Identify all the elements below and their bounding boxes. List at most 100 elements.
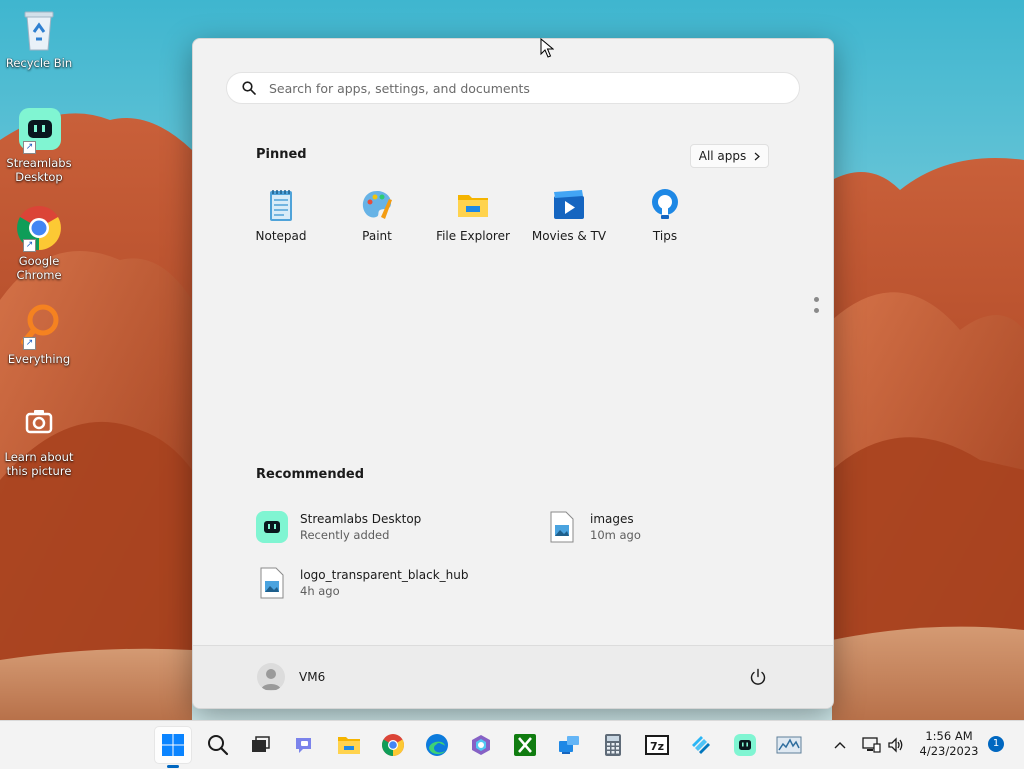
- desktop-icon-everything[interactable]: ↗ Everything: [4, 302, 74, 366]
- resource-monitor-icon: [776, 736, 802, 754]
- notepad-icon: [263, 187, 299, 223]
- start-search-box[interactable]: [226, 72, 800, 104]
- search-icon: [208, 735, 229, 756]
- power-button[interactable]: [749, 668, 767, 689]
- avatar: [257, 663, 285, 691]
- user-account-button[interactable]: VM6: [257, 663, 325, 691]
- pinned-app-movies-tv[interactable]: Movies & TV: [521, 187, 617, 243]
- teams-chat-icon: [296, 738, 311, 753]
- calculator-icon: [605, 734, 621, 756]
- taskbar-app-copilot[interactable]: [463, 727, 499, 763]
- desktop-icon-streamlabs[interactable]: ↗ Streamlabs Desktop: [4, 106, 74, 184]
- pinned-app-tips[interactable]: Tips: [617, 187, 713, 243]
- desktop-icon-recycle-bin[interactable]: Recycle Bin: [4, 6, 74, 70]
- streamlabs-icon: [734, 734, 756, 756]
- recommended-item-images[interactable]: images 10m ago: [546, 511, 641, 543]
- edge-icon: [426, 734, 448, 756]
- xbox-icon: [514, 734, 536, 756]
- notification-badge[interactable]: 1: [988, 736, 1004, 752]
- pinned-apps-grid: Notepad Paint File Explorer Movies & TV …: [233, 187, 713, 243]
- taskbar-app-remote-desktop[interactable]: [551, 727, 587, 763]
- recommended-section-title: Recommended: [256, 467, 365, 482]
- file-explorer-icon: [455, 187, 491, 223]
- recommended-item-name: images: [590, 512, 634, 526]
- start-menu-footer: VM6: [193, 645, 833, 708]
- page-dot: [814, 308, 819, 313]
- tips-icon: [647, 187, 683, 223]
- taskbar-app-tiles[interactable]: [683, 727, 719, 763]
- all-apps-button[interactable]: All apps: [690, 144, 769, 168]
- desktop-icon-label: Everything: [7, 352, 71, 366]
- shortcut-arrow-icon: ↗: [23, 141, 36, 154]
- desktop-icon-learn-about-picture[interactable]: Learn about this picture: [4, 400, 74, 478]
- image-file-icon: [546, 511, 578, 543]
- taskbar-app-xbox[interactable]: [507, 727, 543, 763]
- movies-tv-icon: [551, 187, 587, 223]
- copilot-icon: [472, 735, 490, 755]
- recommended-item-logo-file[interactable]: logo_transparent_black_hub 4h ago: [256, 567, 469, 599]
- show-hidden-icons-button[interactable]: [823, 727, 857, 763]
- quick-settings-button[interactable]: [858, 727, 908, 763]
- taskbar-search-button[interactable]: [200, 727, 236, 763]
- recommended-item-name: logo_transparent_black_hub: [300, 568, 469, 582]
- pinned-section-title: Pinned: [256, 147, 307, 162]
- 7zip-icon: 7z: [645, 735, 669, 755]
- svg-text:7z: 7z: [650, 740, 664, 753]
- streamlabs-icon: [256, 511, 288, 543]
- pinned-page-indicator[interactable]: [814, 297, 820, 319]
- search-input[interactable]: [267, 79, 771, 97]
- desktop-icon-label: Google Chrome: [16, 254, 62, 282]
- chrome-icon: ↗: [15, 204, 63, 252]
- desktop-icon-label: Recycle Bin: [5, 56, 73, 70]
- tiles-app-icon: [692, 736, 710, 754]
- taskbar-app-file-explorer[interactable]: [331, 727, 367, 763]
- shortcut-arrow-icon: ↗: [23, 337, 36, 350]
- clock-button[interactable]: 1:56 AM 4/23/2023: [912, 729, 986, 759]
- taskbar-app-resource-monitor[interactable]: [771, 727, 807, 763]
- desktop-icon-label: Streamlabs Desktop: [6, 156, 72, 184]
- taskbar-app-streamlabs[interactable]: [727, 727, 763, 763]
- chrome-icon: [382, 734, 404, 756]
- pinned-app-notepad[interactable]: Notepad: [233, 187, 329, 243]
- chevron-up-icon: [834, 742, 846, 749]
- all-apps-label: All apps: [698, 149, 747, 163]
- taskbar-app-edge[interactable]: [419, 727, 455, 763]
- recycle-bin-icon: [15, 6, 63, 54]
- network-icon: [862, 737, 881, 753]
- mouse-cursor-icon: [540, 38, 554, 58]
- page-dot: [814, 297, 819, 302]
- power-icon: [750, 668, 766, 685]
- remote-desktop-icon: [559, 736, 579, 754]
- shortcut-arrow-icon: ↗: [23, 239, 36, 252]
- taskbar-app-teams-chat[interactable]: [287, 727, 323, 763]
- camera-icon: [15, 400, 63, 448]
- desktop-icon-label: Learn about this picture: [4, 450, 74, 478]
- pinned-app-file-explorer[interactable]: File Explorer: [425, 187, 521, 243]
- start-icon: [162, 734, 184, 756]
- start-button[interactable]: [155, 727, 191, 763]
- recommended-item-streamlabs[interactable]: Streamlabs Desktop Recently added: [256, 511, 421, 543]
- clock-time: 1:56 AM: [925, 729, 973, 743]
- recommended-item-subtitle: 4h ago: [300, 584, 340, 598]
- image-file-icon: [256, 567, 288, 599]
- desktop-icon-google-chrome[interactable]: ↗ Google Chrome: [4, 204, 74, 282]
- pinned-app-label: Movies & TV: [531, 229, 607, 243]
- pinned-app-paint[interactable]: Paint: [329, 187, 425, 243]
- taskbar-app-chrome[interactable]: [375, 727, 411, 763]
- file-explorer-icon: [338, 737, 360, 754]
- clock-date: 4/23/2023: [919, 744, 979, 758]
- search-icon: [242, 81, 256, 95]
- user-name: VM6: [299, 670, 326, 684]
- taskbar-app-calculator[interactable]: [595, 727, 631, 763]
- recommended-item-subtitle: 10m ago: [590, 528, 641, 542]
- chevron-right-icon: [754, 152, 761, 160]
- streamlabs-icon: ↗: [15, 106, 63, 154]
- task-view-button[interactable]: [242, 727, 278, 763]
- paint-icon: [359, 187, 395, 223]
- taskbar-app-7zip[interactable]: 7z: [639, 727, 675, 763]
- pinned-app-label: Tips: [652, 229, 678, 243]
- pinned-app-label: File Explorer: [436, 229, 510, 243]
- everything-search-icon: ↗: [15, 302, 63, 350]
- pinned-app-label: Paint: [362, 229, 392, 243]
- volume-icon: [888, 737, 903, 753]
